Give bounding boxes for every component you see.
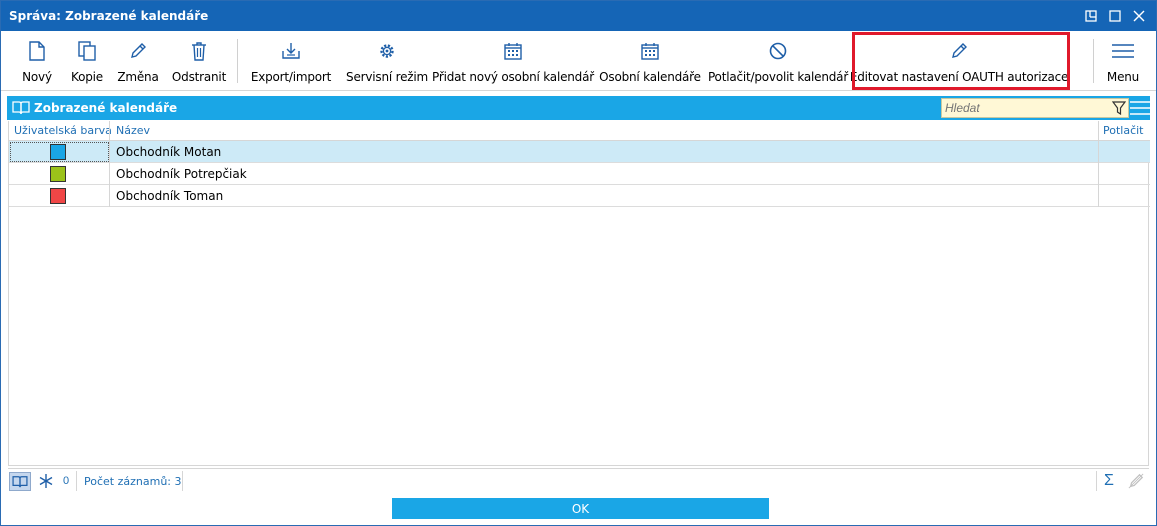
pencil-icon — [129, 41, 147, 61]
personal-calendars-button[interactable]: Osobní kalendáře — [599, 31, 701, 91]
book-icon[interactable] — [9, 472, 31, 491]
snowflake-icon[interactable] — [38, 473, 54, 492]
toolbar-separator — [237, 39, 238, 83]
copy-button[interactable]: Kopie — [67, 31, 107, 91]
new-button-label: Nový — [22, 70, 52, 84]
export-import-button-label: Export/import — [250, 70, 332, 84]
record-count: Počet záznamů: 3 — [84, 475, 182, 488]
table-row[interactable]: Obchodník Potrepčiak — [9, 163, 1150, 185]
add-personal-calendar-button[interactable]: Přidat nový osobní kalendář — [432, 31, 594, 91]
column-header-color[interactable]: Uživatelská barva — [14, 124, 112, 137]
ok-button[interactable]: OK — [392, 498, 769, 519]
suppress-calendar-button-label: Potlačit/povolit kalendář — [707, 70, 849, 84]
table-row[interactable]: Obchodník Toman — [9, 185, 1150, 207]
status-divider — [182, 471, 183, 491]
menu-button-label: Menu — [1106, 70, 1140, 84]
service-mode-button[interactable]: Servisní režim — [346, 31, 428, 91]
book-icon — [12, 100, 30, 118]
filter-icon[interactable] — [1111, 101, 1127, 118]
panel-title: Zobrazené kalendáře — [34, 101, 178, 115]
new-button[interactable]: Nový — [15, 31, 59, 91]
column-divider — [1098, 121, 1099, 207]
status-bar: 0 Počet záznamů: 3 Σ — [8, 468, 1149, 493]
color-swatch — [50, 166, 66, 182]
frozen-count: 0 — [63, 475, 70, 487]
calendar-name: Obchodník Motan — [116, 145, 222, 159]
sum-icon[interactable]: Σ — [1104, 472, 1114, 490]
add-personal-calendar-button-label: Přidat nový osobní kalendář — [432, 70, 594, 84]
calendar-table: Uživatelská barva Název Potlačit Obchodn… — [8, 121, 1150, 466]
trash-icon — [191, 41, 207, 61]
color-swatch — [50, 188, 66, 204]
search-input[interactable] — [942, 99, 1102, 117]
calendar-icon — [641, 41, 659, 61]
search-box — [941, 98, 1129, 118]
column-header-suppress[interactable]: Potlačit — [1103, 124, 1144, 137]
panel-header: Zobrazené kalendáře — [7, 96, 1150, 120]
maximize-icon[interactable] — [1106, 7, 1124, 25]
calendar-icon — [504, 41, 522, 61]
toolbar-separator — [1093, 39, 1094, 83]
pencil-disabled-icon — [1128, 473, 1144, 492]
title-bar: Správa: Zobrazené kalendáře — [1, 1, 1156, 31]
column-divider — [109, 121, 110, 207]
new-document-icon — [29, 41, 45, 61]
hamburger-icon — [1111, 41, 1135, 61]
calendar-name: Obchodník Potrepčiak — [116, 167, 247, 181]
table-row[interactable]: Obchodník Motan — [9, 141, 1150, 163]
table-header: Uživatelská barva Název Potlačit — [9, 121, 1150, 141]
color-swatch — [50, 144, 66, 160]
window-controls — [1082, 7, 1148, 25]
column-header-name[interactable]: Název — [116, 124, 150, 137]
delete-button-label: Odstranit — [171, 70, 227, 84]
edit-button[interactable]: Změna — [115, 31, 161, 91]
gear-icon — [378, 41, 396, 61]
export-import-button[interactable]: Export/import — [249, 31, 333, 91]
window-title: Správa: Zobrazené kalendáře — [9, 9, 209, 23]
close-icon[interactable] — [1130, 7, 1148, 25]
personal-calendars-button-label: Osobní kalendáře — [599, 70, 701, 84]
service-mode-button-label: Servisní režim — [346, 70, 428, 84]
panel-menu-icon[interactable] — [1130, 100, 1150, 119]
edit-button-label: Změna — [117, 70, 159, 84]
status-divider — [76, 471, 77, 491]
copy-icon — [78, 41, 96, 61]
highlight-box — [852, 32, 1070, 90]
calendar-name: Obchodník Toman — [116, 189, 224, 203]
suppress-calendar-button[interactable]: Potlačit/povolit kalendář — [707, 31, 849, 91]
status-divider — [1096, 471, 1097, 491]
menu-button[interactable]: Menu — [1101, 31, 1145, 91]
restore-icon[interactable] — [1082, 7, 1100, 25]
export-icon — [282, 41, 300, 61]
block-icon — [769, 41, 787, 61]
app-window: Správa: Zobrazené kalendáře Nový Kopie Z… — [0, 0, 1157, 526]
copy-button-label: Kopie — [71, 70, 103, 84]
delete-button[interactable]: Odstranit — [169, 31, 229, 91]
